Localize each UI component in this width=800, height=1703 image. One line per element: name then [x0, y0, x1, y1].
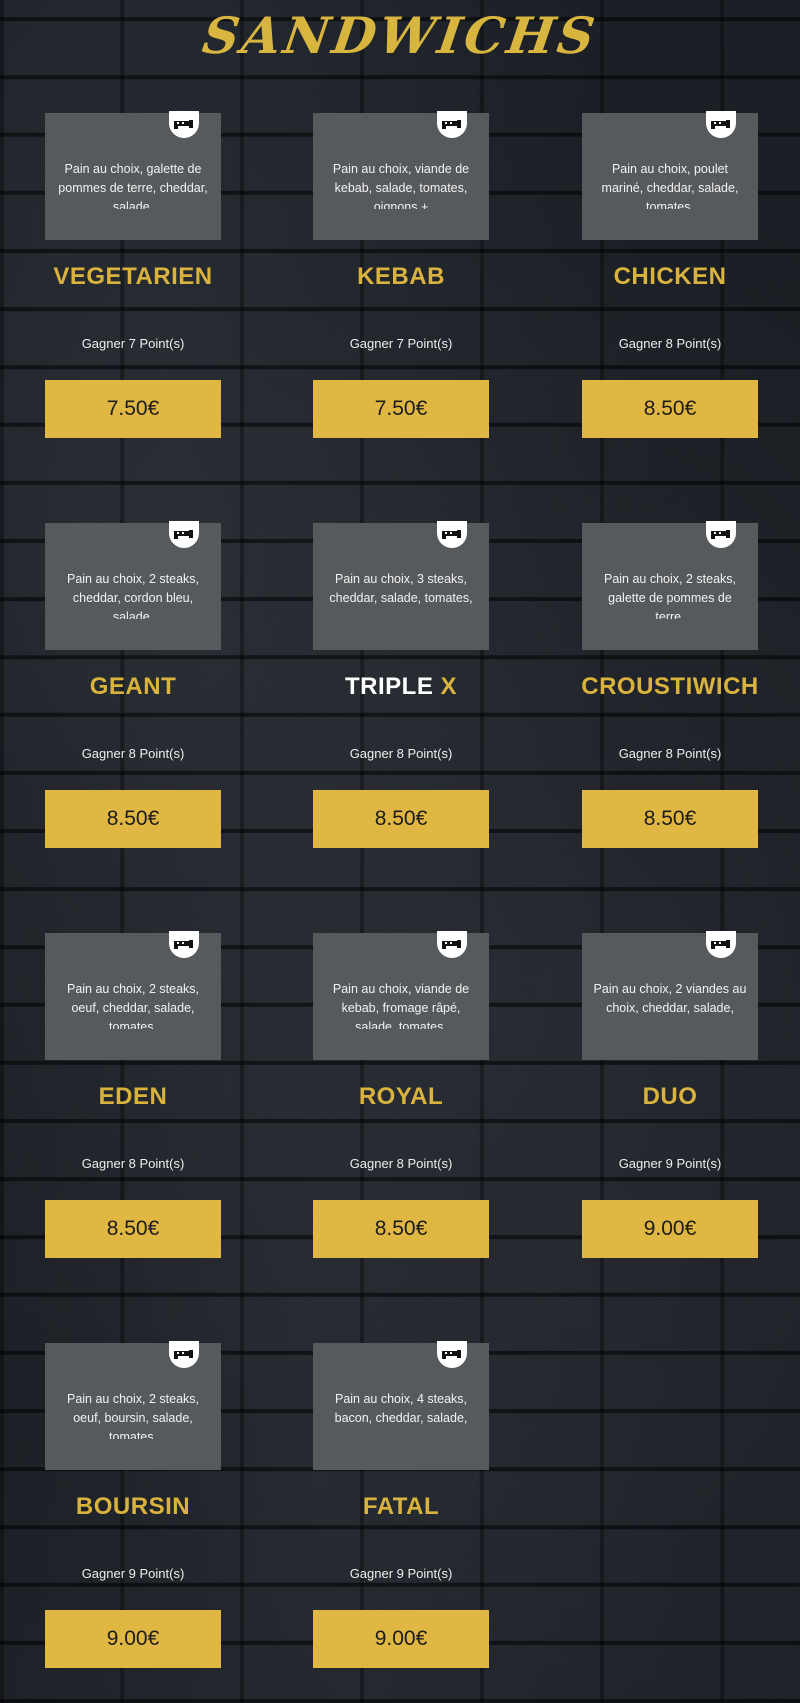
price-button[interactable]: 8.50€: [313, 1200, 489, 1258]
product-description: Pain au choix, viande de kebab, salade, …: [332, 162, 470, 209]
product-name-part1: TRIPLE: [344, 673, 441, 700]
product-points: Gagner 8 Point(s): [349, 746, 453, 761]
price-button[interactable]: 7.50€: [45, 380, 221, 438]
product-description: Pain au choix, 2 steaks, cheddar, cordon…: [66, 572, 200, 619]
product-name: VEGETARIEN: [53, 263, 213, 290]
product-points: Gagner 8 Point(s): [618, 336, 722, 351]
product-name: BOURSIN: [75, 1493, 191, 1520]
product-name: GEANT: [89, 673, 177, 700]
product-points: Gagner 9 Point(s): [349, 1566, 453, 1581]
product-name: KEBAB: [357, 263, 445, 290]
product-description: Pain au choix, 2 steaks, oeuf, cheddar, …: [66, 982, 200, 1029]
page-title: SANDWICHS: [199, 6, 602, 65]
product-description: Pain au choix, 2 steaks, galette de pomm…: [603, 572, 737, 619]
product-points: Gagner 7 Point(s): [349, 336, 453, 351]
product-points: Gagner 9 Point(s): [81, 1566, 185, 1581]
price-button[interactable]: 7.50€: [313, 380, 489, 438]
price-button[interactable]: 8.50€: [582, 790, 758, 848]
product-description: Pain au choix, galette de pommes de terr…: [58, 162, 208, 209]
product-name: DUO: [642, 1083, 698, 1110]
price-button[interactable]: 8.50€: [45, 790, 221, 848]
product-description: Pain au choix, 4 steaks, bacon, cheddar,…: [334, 1392, 468, 1425]
price-button[interactable]: 9.00€: [313, 1610, 489, 1668]
price-button[interactable]: 8.50€: [582, 380, 758, 438]
product-points: Gagner 8 Point(s): [81, 1156, 185, 1171]
product-description: Pain au choix, 3 steaks, cheddar, salade…: [329, 572, 473, 605]
product-description: Pain au choix, viande de kebab, fromage …: [332, 982, 470, 1029]
product-name: FATAL: [362, 1493, 440, 1520]
product-name: TRIPLE X: [293, 673, 509, 701]
product-name: CROUSTIWICH: [581, 673, 759, 700]
product-description: Pain au choix, poulet mariné, cheddar, s…: [601, 162, 739, 209]
product-name-part2: X: [440, 673, 458, 700]
price-button[interactable]: 8.50€: [45, 1200, 221, 1258]
product-name: EDEN: [98, 1083, 168, 1110]
product-description: Pain au choix, 2 viandes au choix, chedd…: [593, 982, 747, 1015]
price-button[interactable]: 8.50€: [313, 790, 489, 848]
product-points: Gagner 8 Point(s): [349, 1156, 453, 1171]
product-name: ROYAL: [358, 1083, 444, 1110]
product-name: CHICKEN: [613, 263, 727, 290]
product-points: Gagner 8 Point(s): [81, 746, 185, 761]
product-points: Gagner 8 Point(s): [618, 746, 722, 761]
product-description: Pain au choix, 2 steaks, oeuf, boursin, …: [66, 1392, 200, 1439]
product-points: Gagner 7 Point(s): [81, 336, 185, 351]
price-button[interactable]: 9.00€: [45, 1610, 221, 1668]
product-points: Gagner 9 Point(s): [618, 1156, 722, 1171]
price-button[interactable]: 9.00€: [582, 1200, 758, 1258]
